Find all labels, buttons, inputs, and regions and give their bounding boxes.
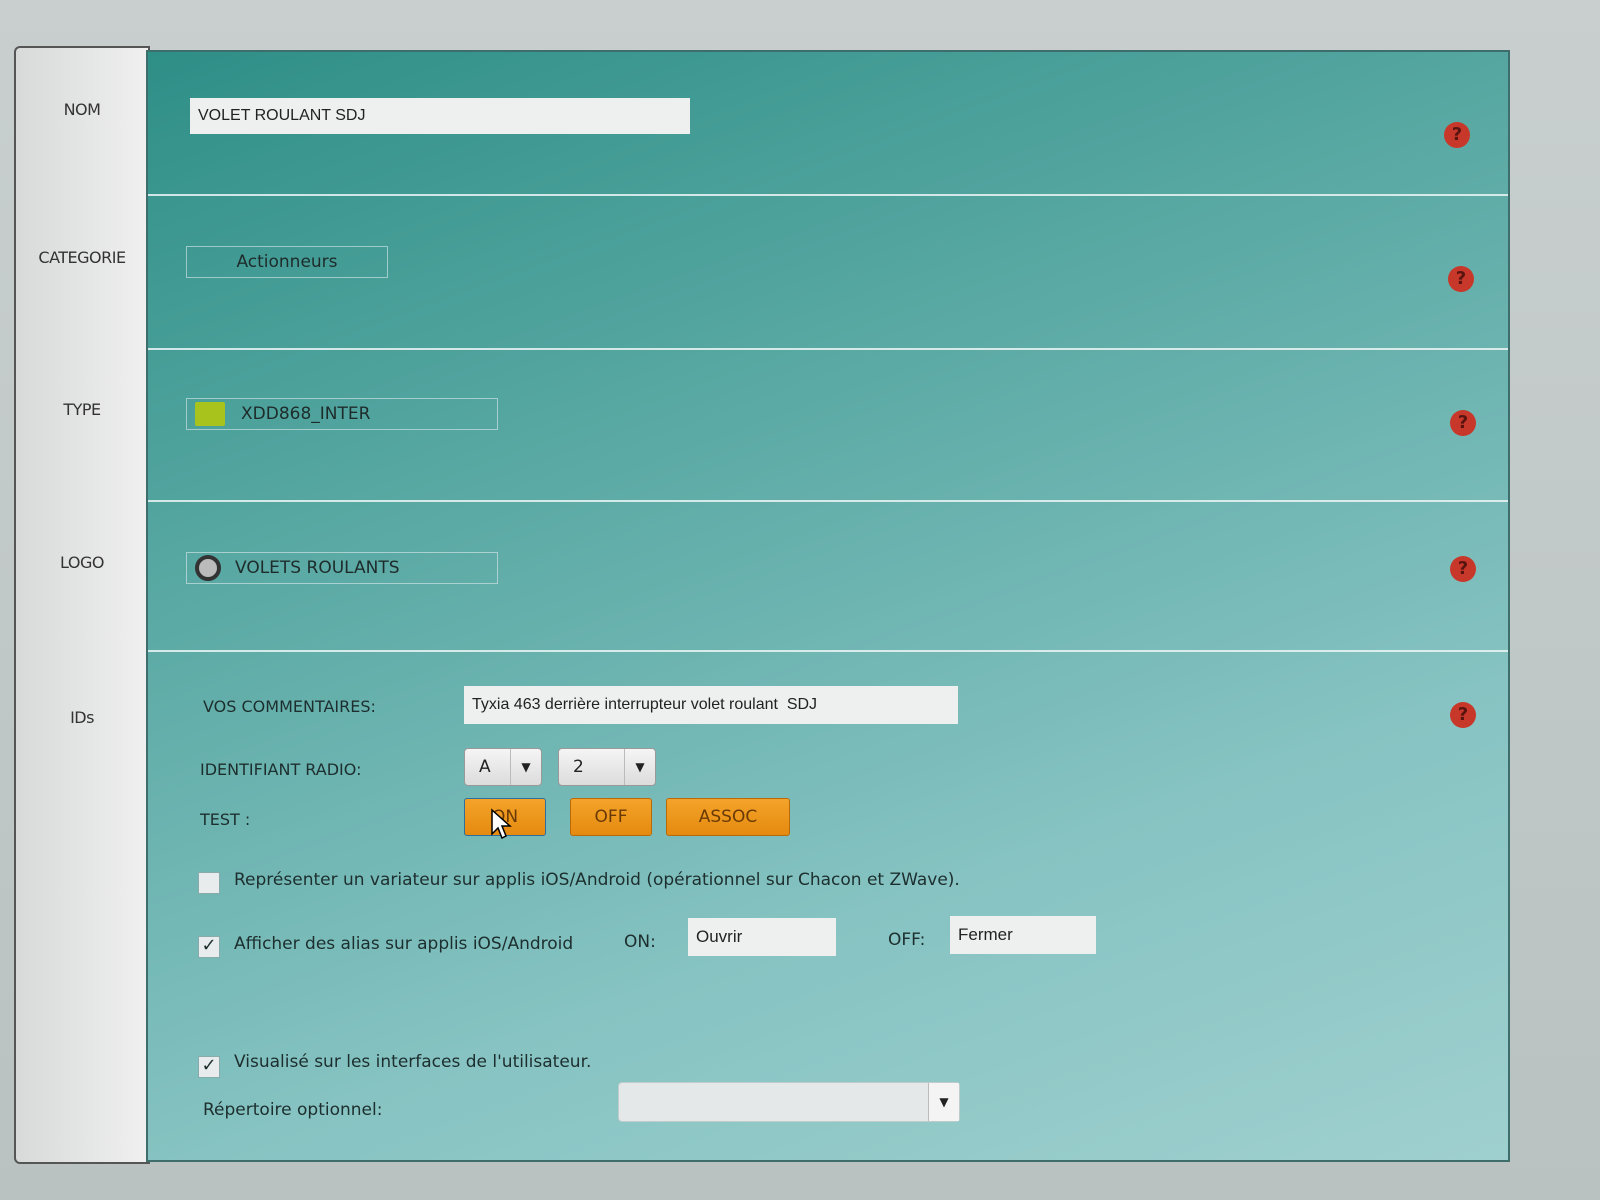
sidebar-item-logo: LOGO [60,553,104,572]
logo-value: VOLETS ROULANTS [235,558,400,578]
green-module-icon [195,402,225,426]
sidebar-item-nom: NOM [63,100,101,119]
divider [148,194,1508,196]
test-off-button[interactable]: OFF [570,798,652,836]
alias-off-input[interactable] [950,916,1096,954]
visible-label: Visualisé sur les interfaces de l'utilis… [234,1052,592,1072]
chevron-down-icon: ▼ [624,749,655,785]
test-label: TEST : [200,810,251,829]
categorie-select[interactable]: Actionneurs [186,246,388,278]
sidebar-item-categorie: CATEGORIE [38,248,126,267]
visible-checkbox[interactable]: ✓ [198,1056,220,1078]
sidebar-item-ids: IDs [70,708,94,727]
alias-on-input[interactable] [688,918,836,956]
chevron-down-icon: ▼ [510,749,541,785]
help-icon[interactable]: ? [1450,410,1476,436]
divider [148,650,1508,652]
test-assoc-button[interactable]: ASSOC [666,798,790,836]
chevron-down-icon: ▼ [928,1083,959,1121]
radio-id-label: IDENTIFIANT RADIO: [200,760,362,779]
comment-label: VOS COMMENTAIRES: [203,697,376,716]
alias-label: Afficher des alias sur applis iOS/Androi… [234,934,574,954]
help-icon[interactable]: ? [1450,556,1476,582]
help-icon[interactable]: ? [1444,122,1470,148]
comment-input[interactable] [464,686,958,724]
radio-number-value: 2 [573,757,584,777]
alias-off-label: OFF: [888,930,926,950]
variateur-checkbox[interactable] [198,872,220,894]
repertoire-select[interactable]: ▼ [618,1082,960,1122]
sidebar: NOM CATEGORIE TYPE LOGO IDs [14,46,150,1164]
type-value: XDD868_INTER [241,404,371,424]
radio-letter-select[interactable]: A ▼ [464,748,542,786]
radio-letter-value: A [479,757,491,777]
logo-select[interactable]: VOLETS ROULANTS [186,552,498,584]
main-panel: ? Actionneurs ? XDD868_INTER ? VOLETS RO… [146,50,1510,1162]
alias-checkbox[interactable]: ✓ [198,936,220,958]
repertoire-label: Répertoire optionnel: [203,1100,383,1120]
type-select[interactable]: XDD868_INTER [186,398,498,430]
mouse-cursor-icon [491,808,512,840]
nom-input[interactable] [190,98,690,134]
divider [148,348,1508,350]
variateur-label: Représenter un variateur sur applis iOS/… [234,870,960,890]
help-icon[interactable]: ? [1448,266,1474,292]
radio-number-select[interactable]: 2 ▼ [558,748,656,786]
alias-on-label: ON: [624,932,656,952]
divider [148,500,1508,502]
sidebar-item-type: TYPE [63,400,101,419]
shutter-logo-icon [195,555,221,581]
help-icon[interactable]: ? [1450,702,1476,728]
